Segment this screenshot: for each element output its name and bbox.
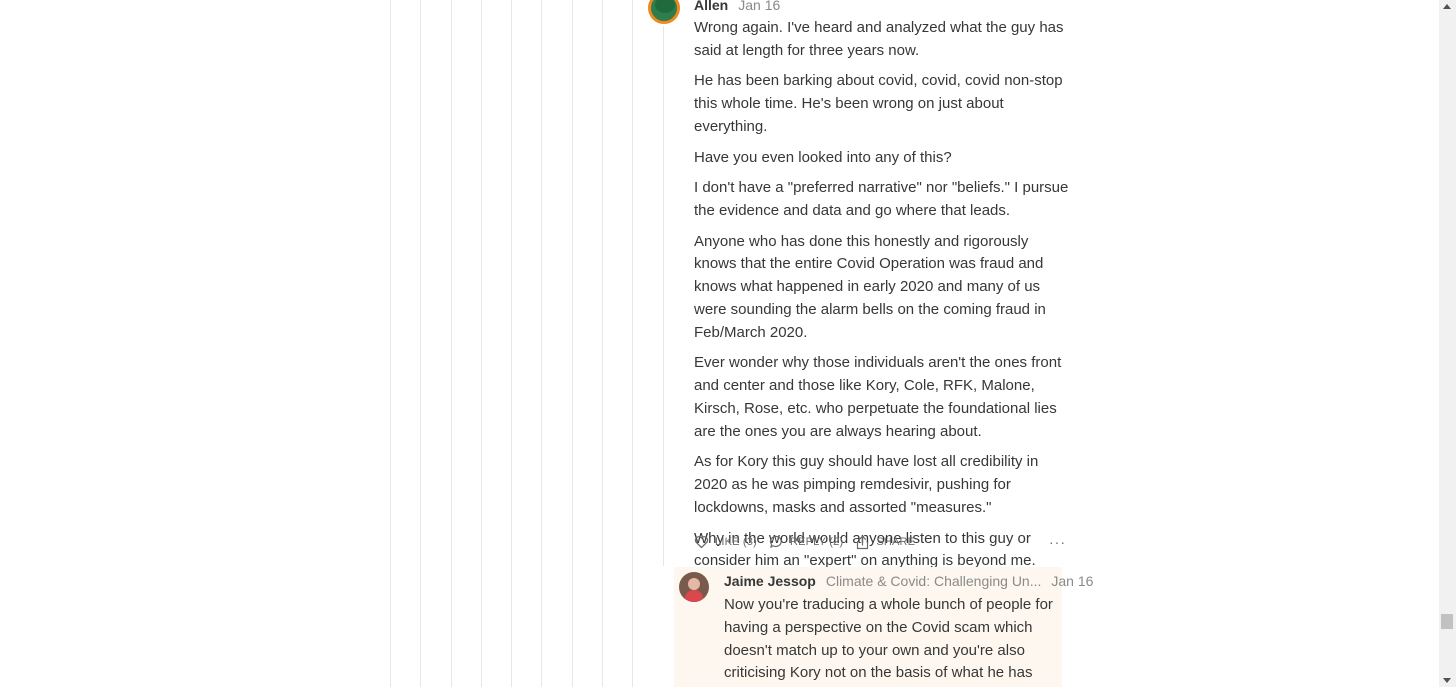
reply-author[interactable]: Jaime Jessop <box>724 573 816 589</box>
comment-date[interactable]: Jan 16 <box>738 0 780 13</box>
comment-paragraph: He has been barking about covid, covid, … <box>694 72 1063 135</box>
speech-bubble-icon <box>769 535 782 548</box>
heart-icon <box>694 536 709 549</box>
share-button[interactable]: SHARE <box>855 535 915 550</box>
thread-line <box>511 0 512 687</box>
share-icon <box>857 535 869 549</box>
reply-date[interactable]: Jan 16 <box>1051 573 1093 589</box>
reply-avatar[interactable] <box>679 572 709 602</box>
share-label: SHARE <box>876 536 916 548</box>
thread-line <box>602 0 603 687</box>
reply-label: REPLY (2) <box>789 536 844 548</box>
reply-body: Now you're traducing a whole bunch of pe… <box>724 596 1053 682</box>
ellipsis-icon[interactable]: ··· <box>1049 534 1066 550</box>
scroll-up-arrow-icon[interactable] <box>1443 4 1451 9</box>
like-label: LIKE (3) <box>715 536 757 548</box>
comment-paragraph: Wrong again. I've heard and analyzed wha… <box>694 19 1064 59</box>
reply-header: Jaime Jessop Climate & Covid: Challengin… <box>724 573 1093 589</box>
vertical-scrollbar[interactable] <box>1439 0 1456 687</box>
thread-line <box>481 0 482 687</box>
thread-line <box>572 0 573 687</box>
scrollbar-thumb[interactable] <box>1441 614 1453 629</box>
comment-thread-line[interactable] <box>663 26 664 566</box>
reply-button[interactable]: REPLY (2) <box>769 535 843 549</box>
comment-paragraph: Have you even looked into any of this? <box>694 148 952 166</box>
reply-publication[interactable]: Climate & Covid: Challenging Un... <box>826 573 1042 589</box>
thread-line <box>390 0 391 687</box>
like-button[interactable]: LIKE (3) <box>694 535 757 549</box>
comment-actions: LIKE (3) REPLY (2) SHARE ··· <box>694 533 1070 551</box>
thread-line <box>541 0 542 687</box>
thread-line <box>451 0 452 687</box>
comment-paragraph: I don't have a "preferred narrative" nor… <box>694 179 1069 219</box>
comment-author[interactable]: Allen <box>694 0 728 13</box>
comment-paragraph: Ever wonder why those individuals aren't… <box>694 354 1062 440</box>
comment-header: Allen Jan 16 <box>694 0 780 13</box>
avatar[interactable] <box>648 0 680 24</box>
thread-line <box>632 0 633 687</box>
thread-line <box>420 0 421 687</box>
comment-paragraph: Anyone who has done this honestly and ri… <box>694 232 1046 341</box>
comment-body: Wrong again. I've heard and analyzed wha… <box>694 17 1069 581</box>
comment-paragraph: As for Kory this guy should have lost al… <box>694 453 1039 516</box>
scroll-down-arrow-icon[interactable] <box>1443 678 1451 683</box>
